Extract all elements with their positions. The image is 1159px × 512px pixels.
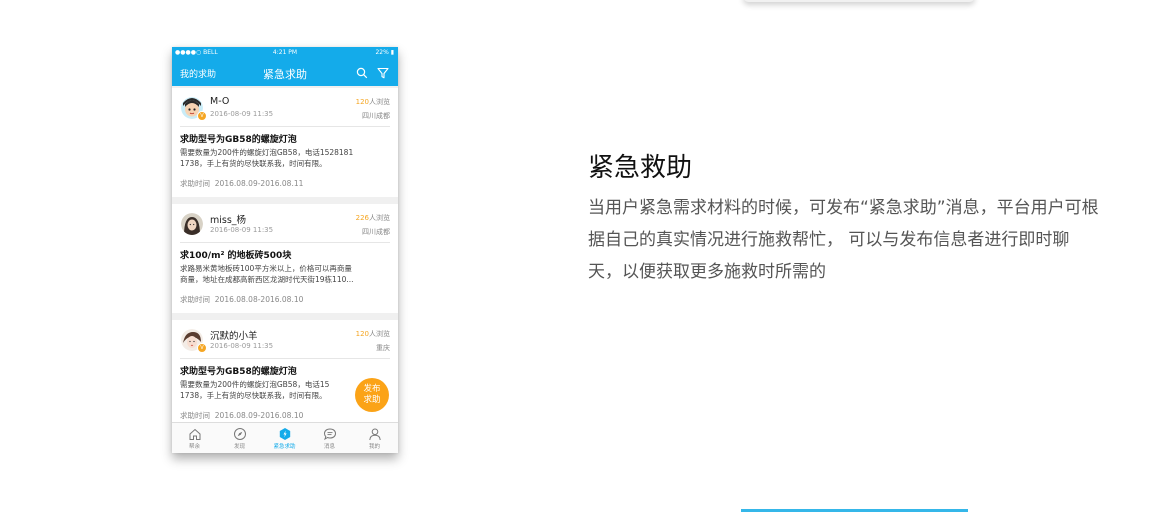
verified-badge-icon: V bbox=[197, 111, 207, 121]
user-avatar bbox=[181, 213, 203, 235]
tab-emergency[interactable]: 紧急求助 bbox=[262, 425, 307, 450]
post-time-label: 求助时间 bbox=[180, 295, 210, 304]
battery-percent: 22% bbox=[375, 49, 389, 56]
post-time-value: 2016.08.09-2016.08.10 bbox=[214, 411, 304, 420]
post-location: 四川成都 bbox=[362, 112, 390, 120]
feature-description-line: 当用户紧急需求材料的时候，可发布“紧急求助”消息，平台用户可根 bbox=[588, 198, 1099, 218]
card-divider bbox=[180, 358, 390, 359]
card-divider bbox=[180, 126, 390, 127]
tab-me[interactable]: 我的 bbox=[352, 425, 397, 450]
user-name[interactable]: M-O bbox=[210, 96, 229, 107]
card-divider bbox=[180, 242, 390, 243]
post-description-line: 求路易米黄地板砖100平方米以上，价格可以再商量 bbox=[180, 264, 352, 273]
search-icon[interactable] bbox=[356, 67, 368, 79]
post-description: 求路易米黄地板砖100平方米以上，价格可以再商量 商量，地址在成都高新西区龙湖时… bbox=[180, 263, 392, 285]
help-request-card[interactable]: V M-O 2016-08-09 11:35 120人浏览 四川成都 求助型号为… bbox=[172, 88, 398, 197]
status-bar: ●●●●○ BELL 4:21 PM 22% ▮ bbox=[172, 47, 398, 59]
post-time-range: 求助时间 2016.08.09-2016.08.11 bbox=[180, 178, 303, 189]
view-count-suffix: 人浏览 bbox=[369, 214, 390, 222]
publish-request-label: 求助 bbox=[363, 395, 381, 405]
post-time-range: 求助时间 2016.08.09-2016.08.10 bbox=[180, 410, 303, 421]
post-date: 2016-08-09 11:35 bbox=[210, 110, 274, 118]
view-count: 120人浏览 bbox=[356, 97, 390, 107]
tab-bar: 帮余 发现 紧急求助 消息 我的 bbox=[172, 422, 398, 453]
view-count-number: 226 bbox=[355, 214, 369, 222]
post-description-line: 1738，手上有货的尽快联系我，时间有限。 bbox=[180, 159, 327, 168]
feature-description-line: 据自己的真实情况进行施救帮忙， 可以与发布信息者进行即时聊 bbox=[588, 230, 1070, 250]
post-description-line: 商量，地址在成都高新西区龙湖时代天街19栋110... bbox=[180, 275, 354, 284]
post-title: 求助型号为GB58的螺旋灯泡 bbox=[180, 367, 297, 377]
help-request-card[interactable]: miss_杨 2016-08-09 11:35 226人浏览 四川成都 求100… bbox=[172, 204, 398, 313]
nav-bar: 我的求助 紧急求助 bbox=[172, 59, 398, 86]
message-icon bbox=[323, 428, 336, 441]
tab-label: 紧急求助 bbox=[273, 444, 296, 450]
user-icon bbox=[368, 428, 381, 441]
tab-label: 消息 bbox=[323, 444, 335, 450]
view-count-suffix: 人浏览 bbox=[369, 98, 390, 106]
post-date: 2016-08-09 11:35 bbox=[210, 342, 274, 350]
post-title: 求助型号为GB58的螺旋灯泡 bbox=[180, 135, 297, 145]
view-count-suffix: 人浏览 bbox=[369, 330, 390, 338]
view-count: 226人浏览 bbox=[356, 213, 390, 223]
status-time: 4:21 PM bbox=[272, 49, 298, 56]
feature-title: 紧急救助 bbox=[588, 153, 693, 183]
emergency-icon bbox=[279, 428, 290, 440]
filter-icon[interactable] bbox=[377, 67, 389, 79]
post-date: 2016-08-09 11:35 bbox=[210, 226, 274, 234]
status-battery: 22% ▮ bbox=[375, 49, 394, 56]
post-location: 四川成都 bbox=[362, 228, 390, 236]
decorative-top-card bbox=[743, 0, 975, 2]
user-name[interactable]: miss_杨 bbox=[210, 212, 246, 226]
tab-label: 帮余 bbox=[188, 444, 200, 450]
post-location: 重庆 bbox=[376, 344, 390, 352]
post-time-range: 求助时间 2016.08.08-2016.08.10 bbox=[180, 294, 303, 305]
post-time-label: 求助时间 bbox=[180, 179, 210, 188]
post-time-value: 2016.08.09-2016.08.11 bbox=[214, 179, 304, 188]
publish-request-label: 发布 bbox=[363, 384, 381, 394]
home-icon bbox=[189, 428, 200, 440]
phone-screenshot: ●●●●○ BELL 4:21 PM 22% ▮ 我的求助 紧急求助 V M-O… bbox=[172, 47, 398, 453]
tab-messages[interactable]: 消息 bbox=[307, 425, 352, 450]
post-description: 需要数量为200件的螺旋灯泡GB58，电话1528181 1738，手上有货的尽… bbox=[180, 147, 392, 169]
view-count-number: 120 bbox=[355, 98, 369, 106]
feature-description: 当用户紧急需求材料的时候，可发布“紧急求助”消息，平台用户可根 据自己的真实情况… bbox=[588, 192, 1138, 288]
view-count: 120人浏览 bbox=[356, 329, 390, 339]
view-count-number: 120 bbox=[355, 330, 369, 338]
tab-discover[interactable]: 发现 bbox=[217, 425, 262, 450]
publish-request-button[interactable]: 发布 求助 bbox=[355, 378, 389, 412]
post-time-value: 2016.08.08-2016.08.10 bbox=[214, 295, 304, 304]
verified-badge-icon: V bbox=[197, 343, 207, 353]
post-title: 求100/m² 的地板砖500块 bbox=[180, 251, 292, 261]
feature-description-line: 天，以便获取更多施救时所需的 bbox=[588, 262, 826, 282]
tab-home[interactable]: 帮余 bbox=[172, 425, 217, 450]
tab-label: 我的 bbox=[368, 444, 380, 450]
post-description-line: 需要数量为200件的螺旋灯泡GB58，电话1528181 bbox=[180, 148, 354, 157]
post-time-label: 求助时间 bbox=[180, 411, 210, 420]
user-name[interactable]: 沉默的小羊 bbox=[210, 328, 258, 342]
compass-icon bbox=[233, 428, 246, 440]
tab-label: 发现 bbox=[233, 444, 245, 450]
